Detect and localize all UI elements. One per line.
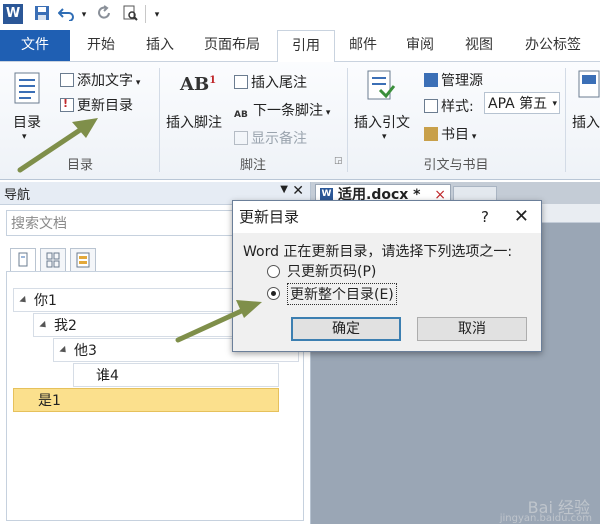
arrow-to-update-entire-table <box>175 300 262 343</box>
arrow-to-update-toc <box>17 118 98 173</box>
annotation-arrows <box>17 118 262 343</box>
watermark-url: jingyan.baidu.com <box>499 513 592 524</box>
